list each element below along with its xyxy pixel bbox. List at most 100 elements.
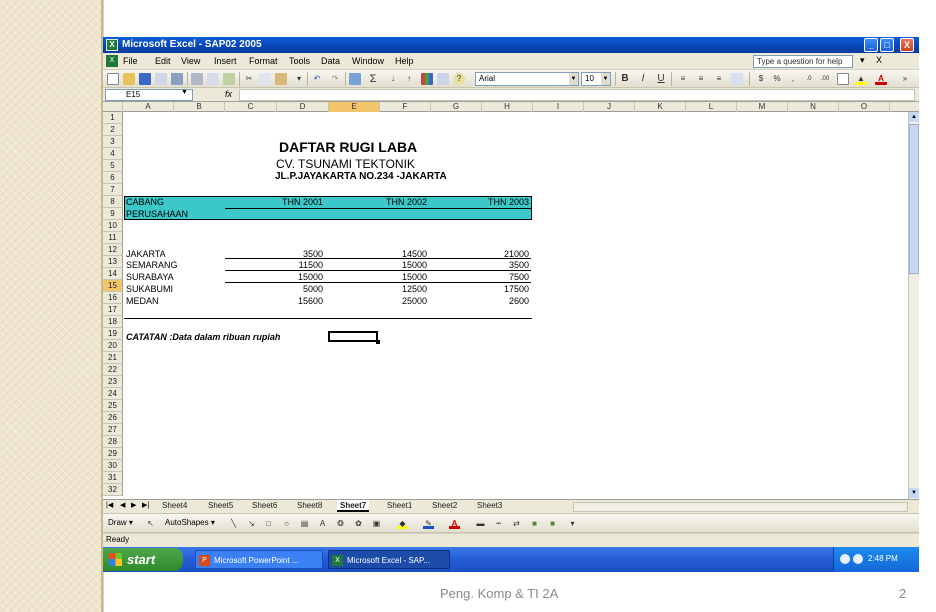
- row-header[interactable]: 24: [103, 388, 123, 400]
- formula-input[interactable]: [239, 89, 915, 101]
- scroll-down-icon[interactable]: ▼: [909, 488, 919, 498]
- new-icon[interactable]: [107, 73, 119, 85]
- next-sheet-icon[interactable]: ▶: [131, 501, 136, 509]
- comma-style-button[interactable]: ,: [787, 73, 799, 85]
- underline-button[interactable]: U: [655, 73, 667, 85]
- permission-icon[interactable]: [155, 73, 167, 85]
- row-header[interactable]: 10: [103, 220, 123, 232]
- insert-function-icon[interactable]: fx: [225, 89, 232, 99]
- menu-insert[interactable]: Insert: [214, 56, 237, 66]
- menu-data[interactable]: Data: [321, 56, 340, 66]
- column-header-a[interactable]: A: [123, 102, 174, 112]
- 3d-style-icon[interactable]: ■: [547, 518, 558, 529]
- sort-ascending-icon[interactable]: ↓: [387, 73, 399, 85]
- chevron-down-icon[interactable]: ▼: [181, 89, 188, 96]
- column-header-c[interactable]: C: [225, 102, 277, 112]
- menu-help[interactable]: Help: [395, 56, 414, 66]
- row-header[interactable]: 25: [103, 400, 123, 412]
- row-header[interactable]: 1: [103, 112, 123, 124]
- clipart-icon[interactable]: ✿: [353, 518, 364, 529]
- column-header-h[interactable]: H: [482, 102, 533, 112]
- print-preview-icon[interactable]: [207, 73, 219, 85]
- column-header-k[interactable]: K: [635, 102, 686, 112]
- currency-button[interactable]: $: [755, 73, 767, 85]
- align-right-icon[interactable]: ≡: [713, 73, 725, 85]
- percent-button[interactable]: %: [771, 73, 783, 85]
- row-header[interactable]: 3: [103, 136, 123, 148]
- row-header[interactable]: 26: [103, 412, 123, 424]
- menu-view[interactable]: View: [181, 56, 200, 66]
- chevron-down-icon[interactable]: ▼: [569, 73, 578, 85]
- row-header[interactable]: 21: [103, 352, 123, 364]
- line-icon[interactable]: ╲: [228, 518, 239, 529]
- dash-style-icon[interactable]: ┅: [493, 518, 504, 529]
- menu-window[interactable]: Window: [352, 56, 384, 66]
- copy-icon[interactable]: [259, 73, 271, 85]
- open-icon[interactable]: [123, 73, 135, 85]
- row-header[interactable]: 13: [103, 256, 123, 268]
- scroll-up-icon[interactable]: ▲: [909, 112, 919, 122]
- row-header[interactable]: 31: [103, 472, 123, 484]
- workbook-icon[interactable]: X: [106, 55, 118, 67]
- row-header[interactable]: 23: [103, 376, 123, 388]
- borders-icon[interactable]: [837, 73, 849, 85]
- rectangle-icon[interactable]: □: [263, 518, 274, 529]
- row-header[interactable]: 5: [103, 160, 123, 172]
- sheet-tab[interactable]: Sheet8: [294, 500, 325, 512]
- last-sheet-icon[interactable]: ▶|: [142, 501, 149, 509]
- font-color-icon[interactable]: A: [449, 518, 460, 529]
- shadow-icon[interactable]: ■: [529, 518, 540, 529]
- help-icon[interactable]: ?: [453, 73, 465, 85]
- bold-button[interactable]: B: [619, 73, 631, 85]
- print-icon[interactable]: [191, 73, 203, 85]
- column-header-l[interactable]: L: [686, 102, 737, 112]
- vertical-scrollbar[interactable]: ▲ ▼: [908, 112, 919, 499]
- italic-button[interactable]: I: [637, 73, 649, 85]
- line-color-icon[interactable]: ✎: [423, 518, 434, 529]
- start-button[interactable]: start: [103, 548, 183, 571]
- maximize-button[interactable]: □: [880, 38, 894, 52]
- menu-edit[interactable]: Edit: [155, 56, 171, 66]
- task-excel[interactable]: X Microsoft Excel - SAP...: [328, 550, 450, 569]
- toolbar-options-icon[interactable]: »: [899, 73, 911, 85]
- fill-color-icon[interactable]: ▲: [855, 73, 867, 85]
- row-header[interactable]: 16: [103, 292, 123, 304]
- prev-sheet-icon[interactable]: ◀: [120, 501, 125, 509]
- column-header-f[interactable]: F: [380, 102, 431, 112]
- format-painter-icon[interactable]: ▾: [293, 73, 305, 85]
- menu-format[interactable]: Format: [249, 56, 278, 66]
- row-header[interactable]: 28: [103, 436, 123, 448]
- paste-icon[interactable]: [275, 73, 287, 85]
- menu-tools[interactable]: Tools: [289, 56, 310, 66]
- workbook-close-icon[interactable]: X: [876, 55, 882, 65]
- row-header[interactable]: 22: [103, 364, 123, 376]
- row-header[interactable]: 15: [103, 280, 123, 292]
- minimize-button[interactable]: _: [864, 38, 878, 52]
- increase-decimal-icon[interactable]: .0: [803, 73, 815, 85]
- row-header[interactable]: 7: [103, 184, 123, 196]
- column-header-m[interactable]: M: [737, 102, 788, 112]
- row-header[interactable]: 12: [103, 244, 123, 256]
- active-cell-e15[interactable]: [328, 331, 380, 344]
- row-header[interactable]: 6: [103, 172, 123, 184]
- arrow-icon[interactable]: ↘: [246, 518, 257, 529]
- cut-icon[interactable]: ✂: [243, 73, 255, 85]
- row-header[interactable]: 14: [103, 268, 123, 280]
- email-icon[interactable]: [171, 73, 183, 85]
- name-box[interactable]: E15: [105, 89, 193, 101]
- drawing-icon[interactable]: [437, 73, 449, 85]
- textbox-icon[interactable]: ▤: [299, 518, 310, 529]
- decrease-decimal-icon[interactable]: .00: [819, 73, 831, 85]
- diagram-icon[interactable]: ❂: [335, 518, 346, 529]
- hyperlink-icon[interactable]: [349, 73, 361, 85]
- sheet-tab[interactable]: Sheet4: [159, 500, 190, 512]
- font-size-select[interactable]: 10 ▼: [581, 72, 611, 86]
- row-header[interactable]: 19: [103, 328, 123, 340]
- row-header[interactable]: 27: [103, 424, 123, 436]
- sheet-tab[interactable]: Sheet5: [205, 500, 236, 512]
- column-header-e[interactable]: E: [329, 102, 380, 112]
- row-header[interactable]: 11: [103, 232, 123, 244]
- column-header-n[interactable]: N: [788, 102, 839, 112]
- spelling-icon[interactable]: [223, 73, 235, 85]
- column-header-o[interactable]: O: [839, 102, 890, 112]
